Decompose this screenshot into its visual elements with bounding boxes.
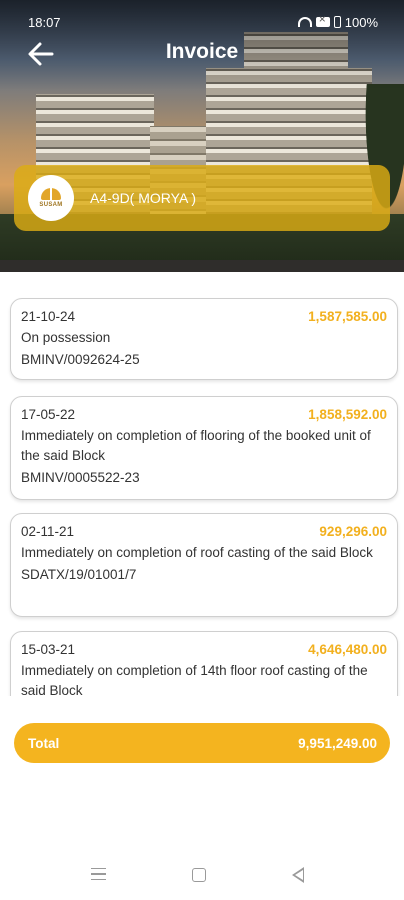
- total-amount: 9,951,249.00: [298, 735, 377, 751]
- wifi-icon: [297, 17, 312, 27]
- invoice-amount: 1,587,585.00: [308, 309, 387, 324]
- back-triangle-icon[interactable]: [292, 867, 304, 883]
- invoice-date: 02-11-21: [21, 524, 75, 539]
- invoice-amount: 929,296.00: [319, 524, 387, 539]
- invoice-date: 17-05-22: [21, 407, 76, 422]
- invoice-card[interactable]: 15-03-21 4,646,480.00 Immediately on com…: [10, 631, 398, 696]
- unit-card[interactable]: SUSAM A4-9D( MORYA ): [14, 165, 390, 231]
- invoice-card[interactable]: 17-05-22 1,858,592.00 Immediately on com…: [10, 396, 398, 500]
- app-bar: Invoice: [0, 30, 404, 78]
- battery-level: 100%: [344, 14, 378, 30]
- invoice-card[interactable]: 21-10-24 1,587,585.00 On possession BMIN…: [10, 298, 398, 380]
- invoice-list[interactable]: 21-10-24 1,587,585.00 On possession BMIN…: [0, 290, 404, 696]
- logo-text: SUSAM: [39, 202, 63, 208]
- page-title: Invoice: [165, 40, 239, 63]
- invoice-date: 15-03-21: [21, 642, 76, 657]
- invoice-reference: BMINV/0092624-25: [21, 352, 140, 367]
- invoice-description: Immediately on completion of roof castin…: [21, 545, 373, 560]
- invoice-amount: 1,858,592.00: [308, 407, 387, 422]
- road: [0, 260, 404, 272]
- invoice-amount: 4,646,480.00: [308, 642, 387, 657]
- brand-logo: SUSAM: [28, 175, 74, 221]
- invoice-description: Immediately on completion of 14th floor …: [21, 663, 368, 696]
- invoice-date: 21-10-24: [21, 309, 76, 324]
- invoice-card[interactable]: 02-11-21 929,296.00 Immediately on compl…: [10, 513, 398, 617]
- invoice-description: On possession: [21, 330, 111, 345]
- unit-name: A4-9D( MORYA ): [90, 190, 197, 206]
- recent-apps-icon[interactable]: [91, 868, 106, 880]
- status-icons: 100%: [297, 12, 378, 30]
- invoice-reference: SDATX/19/01001/7: [21, 567, 137, 582]
- notification-icon: [315, 12, 330, 27]
- home-icon[interactable]: [192, 868, 206, 882]
- logo-mark-icon: [41, 188, 61, 200]
- battery-icon: [333, 16, 341, 28]
- total-label: Total: [28, 735, 60, 751]
- status-time: 18:07: [28, 14, 61, 30]
- total-bar: Total 9,951,249.00: [14, 723, 390, 763]
- invoice-description: Immediately on completion of flooring of…: [21, 428, 371, 463]
- invoice-reference: BMINV/0005522-23: [21, 470, 140, 485]
- system-nav-bar: [0, 858, 404, 894]
